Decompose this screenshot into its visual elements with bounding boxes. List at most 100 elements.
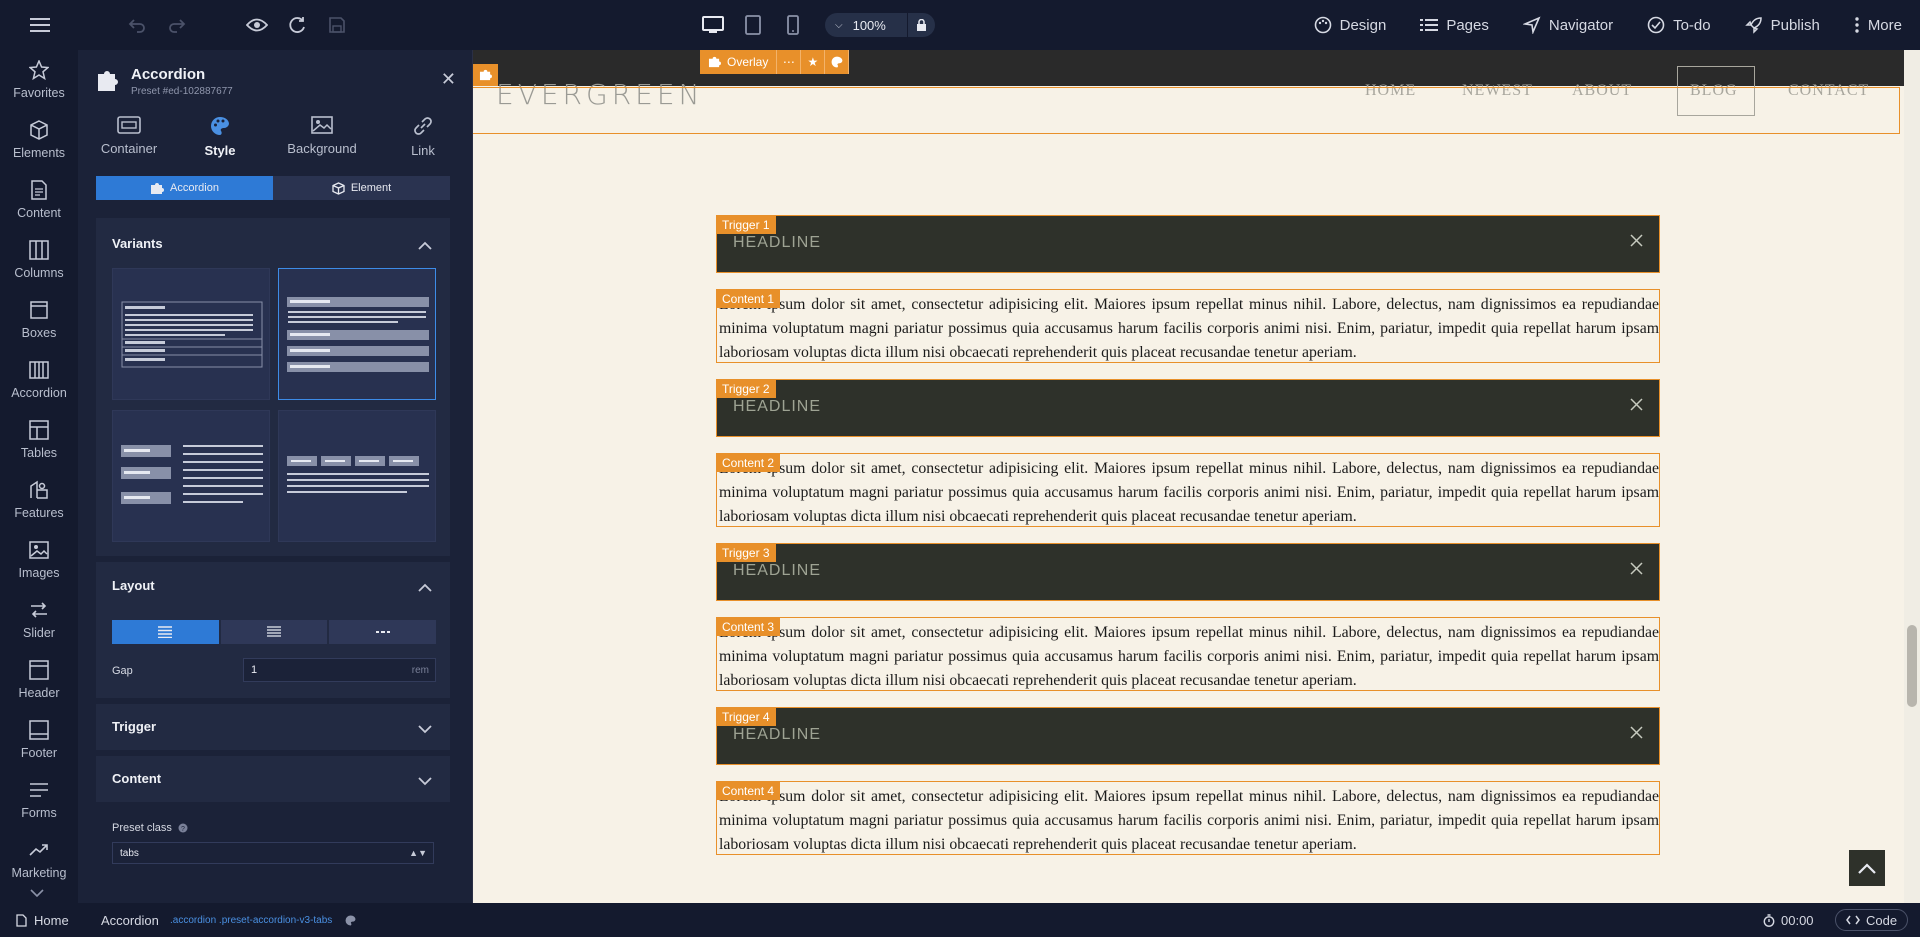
- accordion-trigger-1[interactable]: Trigger 1 HEADLINE: [716, 215, 1660, 273]
- menu-item-home[interactable]: HOME: [1365, 82, 1416, 100]
- layout-title: Layout: [112, 578, 155, 593]
- link-icon: [414, 117, 432, 135]
- variant-1[interactable]: [112, 268, 270, 400]
- panel-header: Accordion Preset #ed-102887677 ✕: [78, 50, 472, 108]
- menu-item-blog[interactable]: BLOG: [1690, 82, 1738, 100]
- scope-element-button[interactable]: Element: [273, 176, 450, 200]
- sidebar-item-boxes[interactable]: Boxes: [0, 290, 78, 350]
- scope-accordion-button[interactable]: Accordion: [96, 176, 273, 200]
- sidebar-item-elements[interactable]: Elements: [0, 110, 78, 170]
- menu-item-contact[interactable]: CONTACT: [1788, 82, 1869, 100]
- more-button[interactable]: More: [1854, 17, 1902, 34]
- tab-background[interactable]: Background: [267, 116, 377, 174]
- tab-link[interactable]: Link: [374, 116, 472, 174]
- content-text: Lorem ipsum dolor sit amet, consectetur …: [719, 788, 1659, 853]
- tab-style[interactable]: Style: [171, 116, 269, 174]
- refresh-icon[interactable]: [285, 13, 309, 37]
- menu-item-about[interactable]: ABOUT: [1572, 82, 1632, 100]
- redo-icon[interactable]: [165, 13, 189, 37]
- sidebar-item-slider[interactable]: Slider: [0, 590, 78, 650]
- sidebar-item-marketing[interactable]: Marketing: [0, 830, 78, 890]
- overlay-style-icon[interactable]: [825, 50, 850, 74]
- close-icon[interactable]: [1630, 398, 1643, 414]
- zoom-control[interactable]: ⌵ 100%: [825, 13, 935, 37]
- breadcrumb-element[interactable]: Accordion: [101, 913, 159, 928]
- sidebar-scroll-down-icon[interactable]: [30, 886, 44, 900]
- scroll-to-top-button[interactable]: [1849, 850, 1885, 886]
- sidebar-item-favorites[interactable]: Favorites: [0, 50, 78, 110]
- tab-container[interactable]: Container: [80, 116, 178, 174]
- todo-button[interactable]: To-do: [1647, 16, 1711, 34]
- variant-3[interactable]: [112, 410, 270, 542]
- chevron-down-icon[interactable]: [418, 774, 432, 789]
- variant-2-selected[interactable]: [278, 268, 436, 400]
- canvas-scrollbar[interactable]: [1904, 50, 1920, 903]
- menu-item-newest[interactable]: NEWEST: [1462, 82, 1533, 100]
- sidebar-item-features[interactable]: Features: [0, 470, 78, 530]
- cube-icon: [30, 120, 48, 140]
- forms-icon: [30, 783, 48, 797]
- sidebar-item-content[interactable]: Content: [0, 170, 78, 230]
- save-icon[interactable]: [325, 13, 349, 37]
- close-icon[interactable]: [1630, 726, 1643, 742]
- site-logo[interactable]: EVERGREEN: [496, 78, 703, 111]
- palette-icon: [211, 117, 229, 135]
- breadcrumb-classes[interactable]: .accordion .preset-accordion-v3-tabs: [170, 915, 332, 926]
- breadcrumb-home[interactable]: Home: [16, 913, 69, 928]
- chevron-up-icon[interactable]: [418, 580, 432, 595]
- list-icon: [1420, 19, 1439, 31]
- pages-button[interactable]: Pages: [1420, 17, 1489, 34]
- gap-label: Gap: [112, 665, 133, 677]
- navigator-button[interactable]: Navigator: [1522, 16, 1613, 34]
- gap-unit: rem: [411, 664, 429, 676]
- overlay-label-button[interactable]: Overlay: [700, 50, 778, 74]
- hamburger-menu-icon[interactable]: [28, 13, 52, 37]
- lock-icon[interactable]: [907, 13, 935, 37]
- trigger-tag: Trigger 4: [716, 707, 776, 726]
- chevron-down-icon[interactable]: [418, 722, 432, 737]
- overlay-favorite-icon[interactable]: ★: [801, 50, 826, 74]
- document-icon: [31, 180, 47, 200]
- tablet-view-icon[interactable]: [740, 12, 766, 38]
- chevron-up-icon[interactable]: [418, 238, 432, 253]
- properties-panel: Accordion Preset #ed-102887677 ✕ Contain…: [78, 50, 472, 903]
- sidebar-item-forms[interactable]: Forms: [0, 770, 78, 830]
- close-icon[interactable]: [1630, 562, 1643, 578]
- accordion-content-4: Lorem ipsum dolor sit amet, consectetur …: [716, 781, 1660, 855]
- accordion-content-2: Lorem ipsum dolor sit amet, consectetur …: [716, 453, 1660, 527]
- layout-list-button[interactable]: [220, 620, 328, 644]
- device-switcher: [700, 12, 806, 38]
- accordion-trigger-4[interactable]: Trigger 4 HEADLINE: [716, 707, 1660, 765]
- accordion-trigger-3[interactable]: Trigger 3 HEADLINE: [716, 543, 1660, 601]
- scrollbar-thumb[interactable]: [1907, 625, 1917, 707]
- publish-button[interactable]: Publish: [1744, 16, 1820, 34]
- close-icon[interactable]: [1630, 234, 1643, 250]
- desktop-view-icon[interactable]: [700, 12, 726, 38]
- preview-eye-icon[interactable]: [245, 13, 269, 37]
- code-button[interactable]: Code: [1835, 909, 1909, 931]
- layout-stacked-button[interactable]: [112, 620, 219, 644]
- variant-4[interactable]: [278, 410, 436, 542]
- mobile-view-icon[interactable]: [780, 12, 806, 38]
- sidebar-item-accordion[interactable]: Accordion: [0, 350, 78, 410]
- layout-tabs-button[interactable]: [329, 620, 437, 644]
- palette-icon[interactable]: [345, 914, 356, 929]
- sidebar-item-footer[interactable]: Footer: [0, 710, 78, 770]
- sidebar-item-tables[interactable]: Tables: [0, 410, 78, 470]
- close-icon[interactable]: ✕: [441, 70, 456, 88]
- accordion-puzzle-icon: [151, 182, 165, 194]
- undo-icon[interactable]: [125, 13, 149, 37]
- sidebar-item-columns[interactable]: Columns: [0, 230, 78, 290]
- overlay-more-icon[interactable]: ⋯: [777, 50, 802, 74]
- sidebar-item-header[interactable]: Header: [0, 650, 78, 710]
- trigger-section[interactable]: Trigger: [96, 704, 450, 750]
- overlay-corner-icon[interactable]: [472, 64, 498, 86]
- content-section[interactable]: Content: [96, 756, 450, 802]
- accordion-trigger-2[interactable]: Trigger 2 HEADLINE: [716, 379, 1660, 437]
- preset-class-select[interactable]: tabs ▲▼: [112, 842, 434, 864]
- sidebar-item-images[interactable]: Images: [0, 530, 78, 590]
- stopwatch-icon: [1763, 914, 1775, 927]
- design-button[interactable]: Design: [1314, 16, 1386, 34]
- gap-input[interactable]: 1 rem: [243, 658, 436, 682]
- cube-icon: [332, 181, 345, 195]
